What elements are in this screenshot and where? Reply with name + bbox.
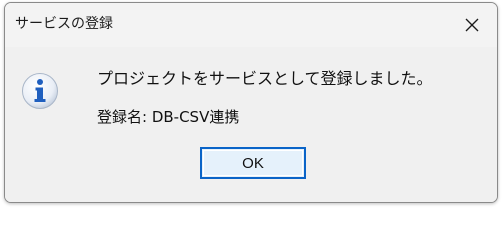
title-bar: サービスの登録 [5, 3, 497, 47]
service-registration-dialog: サービスの登録 プロジェクトをサービスとして登録しました。 登録名: DB-CS… [4, 2, 498, 203]
dialog-content: プロジェクトをサービスとして登録しました。 登録名: DB-CSV連携 OK [5, 47, 497, 202]
info-icon [22, 73, 58, 109]
ok-button[interactable]: OK [200, 147, 306, 179]
close-icon [465, 18, 479, 32]
service-name-label: 登録名: DB-CSV連携 [97, 108, 240, 126]
close-button[interactable] [457, 10, 487, 40]
confirmation-message: プロジェクトをサービスとして登録しました。 [97, 69, 433, 88]
dialog-title: サービスの登録 [15, 16, 113, 32]
